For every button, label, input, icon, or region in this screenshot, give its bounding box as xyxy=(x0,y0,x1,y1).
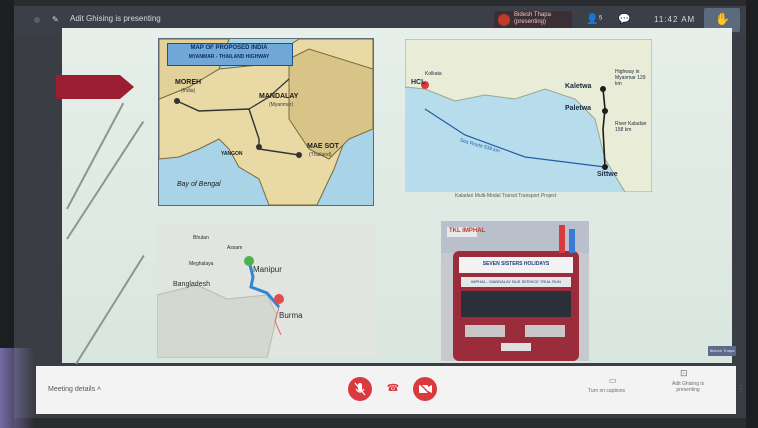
map-label-mae-sot-sub: (Thailand) xyxy=(309,152,332,158)
map-label-paletwa: Paletwa xyxy=(565,105,592,112)
kaladan-map: Kolkata HCL Kaletwa Paletwa Sittwe Sea R… xyxy=(405,39,652,192)
presenter-name: Bidesh Thapa (presenting) xyxy=(514,12,551,25)
map-label-bhutan: Bhutan xyxy=(193,235,209,241)
camera-off-icon xyxy=(418,382,432,396)
map-label-meghalaya: Meghalaya xyxy=(189,261,214,267)
end-call-button[interactable]: ☎ xyxy=(386,382,400,396)
map-label-mandalay: MANDALAY xyxy=(259,93,299,100)
captions-icon[interactable]: ▭ xyxy=(609,376,617,385)
map-label-assam: Assam xyxy=(227,245,243,251)
meeting-details-label: Meeting details xyxy=(48,386,96,393)
map-label-kaletwa: Kaletwa xyxy=(565,83,592,90)
map-label-sittwe: Sittwe xyxy=(597,171,618,178)
map-label-manipur: Manipur xyxy=(253,265,282,274)
highway-map: MAP OF PROPOSED INDIA MYANMAR - THAILAND… xyxy=(158,38,374,206)
meeting-details-button[interactable]: Meeting details ˄ xyxy=(48,386,101,393)
bus-banner-text: SEVEN SISTERS HOLIDAYS xyxy=(482,261,550,267)
people-icon[interactable]: 👤⁵ xyxy=(586,14,603,25)
map-label-moreh: MOREH xyxy=(175,79,202,86)
captions-button-label[interactable]: Turn on captions xyxy=(588,388,625,394)
map-label-burma: Burma xyxy=(279,311,303,320)
presenting-label: Adit Ghising is presenting xyxy=(70,14,161,23)
phone-hangup-icon: ☎ xyxy=(386,383,400,394)
map-label-bangladesh: Bangladesh xyxy=(173,281,210,288)
kaladan-map-graphic xyxy=(405,39,652,192)
route-map: Manipur Burma Bangladesh Meghalaya Bhuta… xyxy=(157,225,376,358)
map-label-bay: Bay of Bengal xyxy=(177,181,221,188)
highway-map-subtitle: MYANMAR - THAILAND HIGHWAY xyxy=(188,54,270,60)
map-label-yangon: YANGON xyxy=(221,151,243,157)
slide-arrow-shape xyxy=(56,75,134,99)
pin-icon[interactable]: ✎ xyxy=(52,15,59,24)
map-label-kolkata: Kolkata xyxy=(425,71,442,77)
clock: 11:42 AM xyxy=(654,15,696,24)
map-label-mae-sot: MAE SOT xyxy=(307,143,339,150)
highway-map-title: MAP OF PROPOSED INDIA xyxy=(190,45,268,51)
present-button-label[interactable]: Adit Ghising is presenting xyxy=(668,381,708,393)
photo-sign-text: TKL IMPHAL xyxy=(449,228,486,234)
map-label-highway: Highway in Myanmar 129 km xyxy=(615,69,646,87)
monitor-bezel-right xyxy=(746,0,758,428)
mic-off-icon xyxy=(354,382,366,396)
mic-toggle-button[interactable] xyxy=(348,377,372,401)
avatar xyxy=(498,14,510,26)
map-label-mandalay-sub: (Myanmar) xyxy=(269,102,294,108)
bus-banner-sub: IMPHAL - MANDALAY BUS SERVICE TRIAL RUN xyxy=(471,279,561,284)
hand-icon: ✋ xyxy=(715,12,730,26)
more-options-icon[interactable]: ⋮ xyxy=(737,384,745,393)
map-label-moreh-sub: (India) xyxy=(181,88,196,94)
camera-toggle-button[interactable] xyxy=(413,377,437,401)
chevron-up-icon: ˄ xyxy=(97,386,102,393)
bus-photo: TKL IMPHAL SEVEN SISTERS HOLIDAYS IMPHAL… xyxy=(441,221,589,361)
present-screen-icon[interactable]: ⊡ xyxy=(680,368,688,379)
chat-icon[interactable]: 💬 xyxy=(618,14,630,25)
shield-icon xyxy=(34,17,40,23)
participant-name-tag[interactable]: Bidesh Thapa xyxy=(708,346,736,356)
screen-glare xyxy=(0,348,34,428)
bus-photo-graphic xyxy=(441,221,589,361)
route-map-graphic xyxy=(157,225,376,358)
kaladan-caption: Kaladan Multi-Modal Transit Transport Pr… xyxy=(455,193,557,199)
map-label-hcl: HCL xyxy=(411,79,426,86)
map-label-river: River Kaladan 158 km xyxy=(615,121,647,133)
